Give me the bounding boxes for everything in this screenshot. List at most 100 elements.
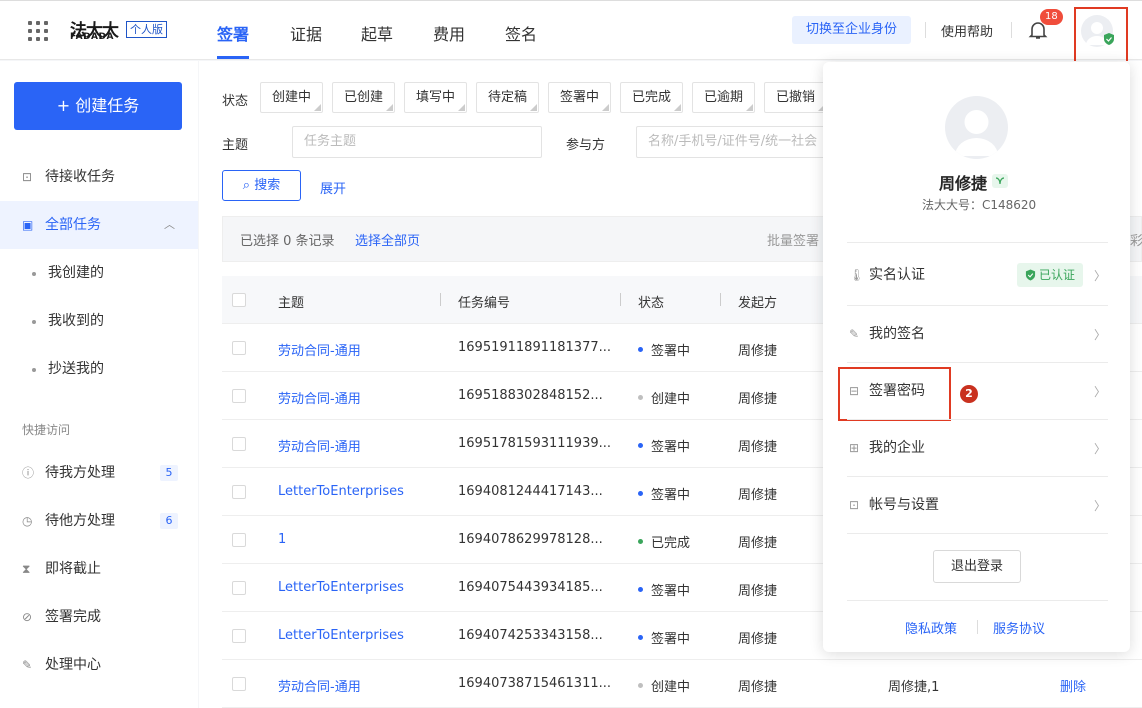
status-text: 创建中 xyxy=(651,680,691,695)
initiator: 周修捷 xyxy=(738,392,778,407)
sidebar-sub-received[interactable]: 我收到的 xyxy=(0,297,198,345)
sidebar-item-label: 待接收任务 xyxy=(45,169,115,185)
status-chip-overdue[interactable]: 已逾期 xyxy=(692,82,756,113)
status-filter-label: 状态 xyxy=(222,94,249,109)
select-all-checkbox[interactable] xyxy=(232,293,246,307)
initiator: 周修捷 xyxy=(738,632,778,647)
column-header-status: 状态 xyxy=(638,296,665,311)
sidebar-item-label: 处理中心 xyxy=(45,657,101,673)
privacy-policy-link[interactable]: 隐私政策 xyxy=(905,618,957,637)
status-dot xyxy=(638,395,643,400)
task-subject-link[interactable]: LetterToEnterprises xyxy=(278,484,404,499)
menu-item-my-enterprise[interactable]: ⊞ 我的企业 〉 xyxy=(847,420,1108,476)
initiator: 周修捷 xyxy=(738,344,778,359)
task-subject-link[interactable]: 1 xyxy=(278,532,286,547)
menu-item-my-signature[interactable]: ✎ 我的签名 〉 xyxy=(847,306,1108,362)
status-dot xyxy=(638,491,643,496)
sidebar-item-pending[interactable]: ⊡ 待接收任务 xyxy=(0,153,198,201)
task-subject-link[interactable]: 劳动合同-通用 xyxy=(278,340,361,359)
select-all-pages-link[interactable]: 选择全部页 xyxy=(355,230,420,249)
tab-evidence[interactable]: 证据 xyxy=(290,21,322,45)
create-task-button[interactable]: + 创建任务 xyxy=(14,82,182,130)
app-grid-icon[interactable] xyxy=(28,21,48,41)
building-icon: ⊞ xyxy=(849,441,860,455)
menu-item-label: 我的签名 xyxy=(869,326,925,342)
check-circle-icon: ⊘ xyxy=(22,610,33,624)
menu-item-label: 帐号与设置 xyxy=(869,497,939,513)
menu-item-account-settings[interactable]: ⊡ 帐号与设置 〉 xyxy=(847,477,1108,533)
task-subject-link[interactable]: 劳动合同-通用 xyxy=(278,388,361,407)
edition-badge: 个人版 xyxy=(126,21,167,38)
task-subject-link[interactable]: 劳动合同-通用 xyxy=(278,436,361,455)
status-chip-signing[interactable]: 签署中 xyxy=(548,82,612,113)
chevron-up-icon[interactable]: ︿ xyxy=(164,201,175,249)
sidebar-item-all-tasks[interactable]: ▣ 全部任务 ︿ xyxy=(0,201,198,249)
row-checkbox[interactable] xyxy=(232,341,246,355)
row-checkbox[interactable] xyxy=(232,533,246,547)
batch-sign-button[interactable]: 批量签署 xyxy=(767,230,819,249)
status-dot xyxy=(638,443,643,448)
task-id: 16940738715461311... xyxy=(458,676,612,691)
participant-input[interactable]: 名称/手机号/证件号/统一社会 xyxy=(636,126,836,158)
sidebar-item-others-pending[interactable]: ◷ 待他方处理 6 xyxy=(0,497,198,545)
subject-input[interactable]: 任务主题 xyxy=(292,126,542,158)
row-checkbox[interactable] xyxy=(232,437,246,451)
sidebar-item-deadline[interactable]: ⧗ 即将截止 xyxy=(0,545,198,593)
tab-sign[interactable]: 签署 xyxy=(217,21,249,45)
sidebar-item-label: 即将截止 xyxy=(45,561,101,577)
tab-draft[interactable]: 起草 xyxy=(361,21,393,45)
task-id: 16951781593111939... xyxy=(458,436,612,451)
initiator: 周修捷 xyxy=(738,680,778,695)
tab-fees[interactable]: 费用 xyxy=(433,21,465,45)
status-chip-creating[interactable]: 创建中 xyxy=(260,82,324,113)
service-agreement-link[interactable]: 服务协议 xyxy=(993,618,1045,637)
task-subject-link[interactable]: 劳动合同-通用 xyxy=(278,676,361,695)
row-checkbox[interactable] xyxy=(232,677,246,691)
account-number: 法大大号：C148620 xyxy=(922,198,1037,212)
divider xyxy=(847,242,1108,243)
divider xyxy=(847,600,1108,601)
status-chip-created[interactable]: 已创建 xyxy=(332,82,396,113)
row-checkbox[interactable] xyxy=(232,389,246,403)
status-chip-revoked[interactable]: 已撤销 xyxy=(764,82,828,113)
notification-count-badge: 18 xyxy=(1040,9,1063,25)
column-divider xyxy=(440,293,441,306)
callout-number-2: 2 xyxy=(960,385,978,403)
task-subject-link[interactable]: LetterToEnterprises xyxy=(278,628,404,643)
logout-button[interactable]: 退出登录 xyxy=(933,550,1021,583)
column-divider xyxy=(720,293,721,306)
tab-signature[interactable]: 签名 xyxy=(505,21,537,45)
switch-enterprise-button[interactable]: 切换至企业身份 xyxy=(792,16,911,44)
status-chip-finalize[interactable]: 待定稿 xyxy=(476,82,540,113)
status-dot xyxy=(638,587,643,592)
help-link[interactable]: 使用帮助 xyxy=(941,21,993,40)
status-dot xyxy=(638,539,643,544)
row-checkbox[interactable] xyxy=(232,485,246,499)
search-icon: ⌕ xyxy=(242,178,255,193)
subject-label: 主题 xyxy=(222,138,249,153)
count-badge: 6 xyxy=(160,513,178,529)
row-checkbox[interactable] xyxy=(232,629,246,643)
column-header-task-id: 任务编号 xyxy=(458,296,511,311)
status-text: 签署中 xyxy=(651,440,691,455)
row-checkbox[interactable] xyxy=(232,581,246,595)
chevron-right-icon: 〉 xyxy=(1093,328,1106,342)
status-cell: 已完成 xyxy=(638,532,690,551)
delete-link[interactable]: 删除 xyxy=(1060,676,1086,695)
sidebar-item-completed[interactable]: ⊘ 签署完成 xyxy=(0,593,198,641)
participants: 周修捷,1 xyxy=(888,680,940,695)
participant-label: 参与方 xyxy=(566,138,606,153)
sidebar-item-process-center[interactable]: ✎ 处理中心 xyxy=(0,641,198,689)
header-divider xyxy=(1011,22,1012,38)
initiator: 周修捷 xyxy=(738,488,778,503)
status-chip-completed[interactable]: 已完成 xyxy=(620,82,684,113)
expand-link[interactable]: 展开 xyxy=(320,178,346,197)
status-chip-filling[interactable]: 填写中 xyxy=(404,82,468,113)
sidebar-sub-created[interactable]: 我创建的 xyxy=(0,249,198,297)
footer-divider xyxy=(977,620,978,634)
task-id: 1694078629978128... xyxy=(458,532,603,547)
sidebar-sub-cc[interactable]: 抄送我的 xyxy=(0,345,198,393)
sidebar-item-my-pending[interactable]: ⓘ 待我方处理 5 xyxy=(0,449,198,497)
search-button[interactable]: ⌕ 搜索 xyxy=(222,170,301,201)
task-subject-link[interactable]: LetterToEnterprises xyxy=(278,580,404,595)
